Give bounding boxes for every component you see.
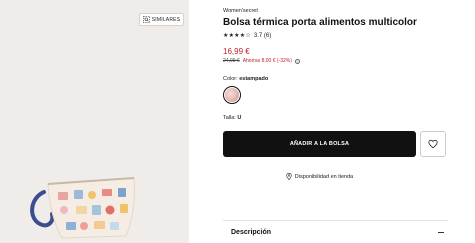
size-label: Talla: U — [223, 115, 242, 121]
color-swatch-estampado[interactable] — [223, 86, 241, 104]
swatch-pattern — [225, 88, 239, 102]
old-price: 24,99 € — [223, 58, 240, 64]
rating-stars: ★★★★☆ — [223, 33, 251, 39]
color-value: estampado — [239, 76, 269, 82]
price-details: 24,99 € Ahorras 8,00 € (-32%) i — [223, 58, 300, 64]
product-info-panel: Women'secret Bolsa térmica porta aliment… — [223, 0, 455, 243]
wishlist-button[interactable] — [420, 131, 446, 157]
description-title: Descripción — [231, 228, 272, 236]
description-accordion[interactable]: Descripción — [223, 221, 448, 243]
brand-name[interactable]: Women'secret — [223, 8, 258, 14]
size-value: U — [237, 115, 242, 121]
location-pin-icon — [286, 173, 292, 180]
add-to-bag-button[interactable]: AÑADIR A LA BOLSA — [223, 131, 416, 157]
product-bag-image — [30, 177, 135, 239]
color-label: Color: estampado — [223, 76, 269, 82]
info-icon[interactable]: i — [294, 58, 300, 64]
product-rating[interactable]: ★★★★☆ 3.7 (6) — [223, 32, 272, 40]
current-price: 16,99 € — [223, 47, 250, 56]
product-title: Bolsa térmica porta alimentos multicolor — [223, 17, 417, 28]
similar-label: SIMILARES — [151, 16, 181, 23]
product-image-gallery[interactable]: SIMILARES — [0, 0, 189, 243]
image-search-icon — [142, 16, 150, 23]
savings-text: Ahorras 8,00 € (-32%) — [242, 58, 292, 64]
heart-icon — [428, 139, 438, 149]
store-availability-link[interactable]: Disponibilidad en tienda — [223, 173, 416, 180]
rating-text: 3.7 (6) — [253, 32, 272, 39]
similar-button[interactable]: SIMILARES — [139, 13, 184, 26]
collapse-minus-icon — [438, 231, 444, 233]
store-availability-text: Disponibilidad en tienda — [294, 173, 354, 180]
